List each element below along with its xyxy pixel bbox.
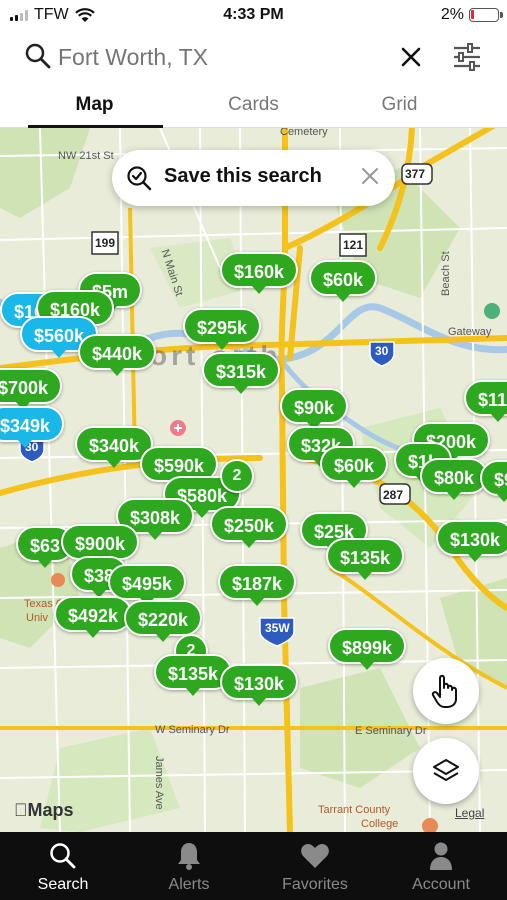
clear-search-button[interactable] — [398, 44, 424, 70]
price-pin[interactable]: $115 — [464, 380, 507, 422]
price-pin[interactable]: $187k — [218, 564, 297, 606]
tab-grid[interactable]: Grid — [315, 94, 484, 116]
label-tarrant-1: Tarrant County — [318, 804, 391, 816]
label-beach-st: Beach St — [440, 251, 452, 296]
nav-account-label: Account — [412, 876, 470, 893]
price-pin[interactable]: $135k — [326, 538, 405, 580]
legal-link[interactable]: Legal — [455, 806, 484, 820]
price-pin[interactable]: $349k — [0, 406, 65, 448]
filter-sliders-button[interactable] — [450, 40, 484, 74]
save-search-icon — [127, 166, 152, 191]
highway-35w-label: 35W — [265, 621, 290, 635]
price-pin[interactable]: $130k — [436, 520, 507, 562]
price-pin[interactable]: $899k — [328, 628, 407, 670]
layers-icon — [433, 759, 459, 781]
nav-alerts[interactable]: Alerts — [126, 840, 252, 894]
heart-icon — [301, 844, 329, 868]
price-pin[interactable]: $440k — [78, 334, 157, 376]
tab-cards[interactable]: Cards — [169, 94, 338, 116]
nav-account[interactable]: Account — [378, 840, 504, 894]
view-tabs: Map Cards Grid — [0, 84, 507, 128]
label-texas-univ-2: Univ — [26, 612, 49, 624]
map-layers-button[interactable] — [413, 738, 479, 804]
price-pin[interactable]: $130k — [220, 664, 299, 706]
price-pin[interactable]: $250k — [210, 506, 289, 548]
highway-287-label: 287 — [383, 488, 404, 502]
label-tarrant-2: College — [361, 818, 399, 830]
battery-percent: 2% — [440, 6, 464, 23]
tab-map[interactable]: Map — [10, 94, 179, 116]
nav-search-label: Search — [37, 876, 89, 893]
price-pin[interactable]: $700k — [0, 368, 63, 410]
highway-199-label: 199 — [95, 236, 116, 250]
bell-icon — [178, 843, 200, 870]
bottom-navigation: Search Alerts Favorites Account — [0, 832, 507, 900]
nav-favorites[interactable]: Favorites — [252, 840, 378, 894]
cluster-pin[interactable]: 2 — [220, 459, 254, 493]
price-pin[interactable]: $495k — [108, 564, 187, 606]
clock: 4:33 PM — [223, 6, 284, 23]
highway-121-label: 121 — [343, 238, 364, 252]
nav-search[interactable]: Search — [0, 840, 126, 894]
price-pin[interactable]: $90k — [280, 388, 349, 430]
battery-icon — [469, 8, 503, 22]
close-icon[interactable] — [361, 167, 379, 185]
price-pin[interactable]: $220k — [124, 600, 203, 642]
price-pin[interactable]: $900k — [61, 524, 140, 566]
price-pin[interactable]: $80k — [420, 458, 489, 500]
save-search-pill[interactable]: Save this search — [112, 150, 395, 206]
search-bar — [0, 32, 507, 84]
label-nw-21st: NW 21st St — [58, 150, 114, 162]
status-bar: TFW 4:33 PM 2% — [0, 0, 507, 32]
price-pin[interactable]: $60k — [320, 446, 389, 488]
draw-search-button[interactable] — [413, 658, 479, 724]
battery-status: 2% — [440, 6, 503, 24]
label-cemetery: Cemetery — [280, 128, 328, 138]
nav-alerts-label: Alerts — [168, 876, 210, 893]
price-pin[interactable]: $295k — [183, 308, 262, 350]
search-input[interactable] — [58, 44, 388, 71]
hand-pointer-icon — [431, 674, 457, 708]
map-view[interactable]: 377 199 121 30 30 287 35W Cemetery NW 21… — [0, 128, 507, 832]
nav-favorites-label: Favorites — [282, 876, 348, 893]
label-w-seminary: W Seminary Dr — [155, 724, 230, 736]
highway-377-label: 377 — [405, 167, 426, 181]
label-e-seminary: E Seminary Dr — [355, 725, 427, 737]
save-search-label: Save this search — [164, 165, 322, 187]
person-icon — [430, 842, 452, 870]
search-icon — [25, 43, 51, 69]
label-james-ave: James Ave — [153, 756, 165, 810]
price-pin[interactable]: $315k — [202, 352, 281, 394]
price-pin[interactable]: $160k — [220, 252, 299, 294]
apple-maps-logo: Maps — [14, 800, 74, 820]
search-icon — [50, 843, 76, 869]
highway-30-label: 30 — [375, 344, 389, 358]
price-pin[interactable]: $492k — [54, 596, 133, 638]
label-gateway: Gateway — [448, 326, 492, 338]
price-pin[interactable]: $60k — [309, 260, 378, 302]
